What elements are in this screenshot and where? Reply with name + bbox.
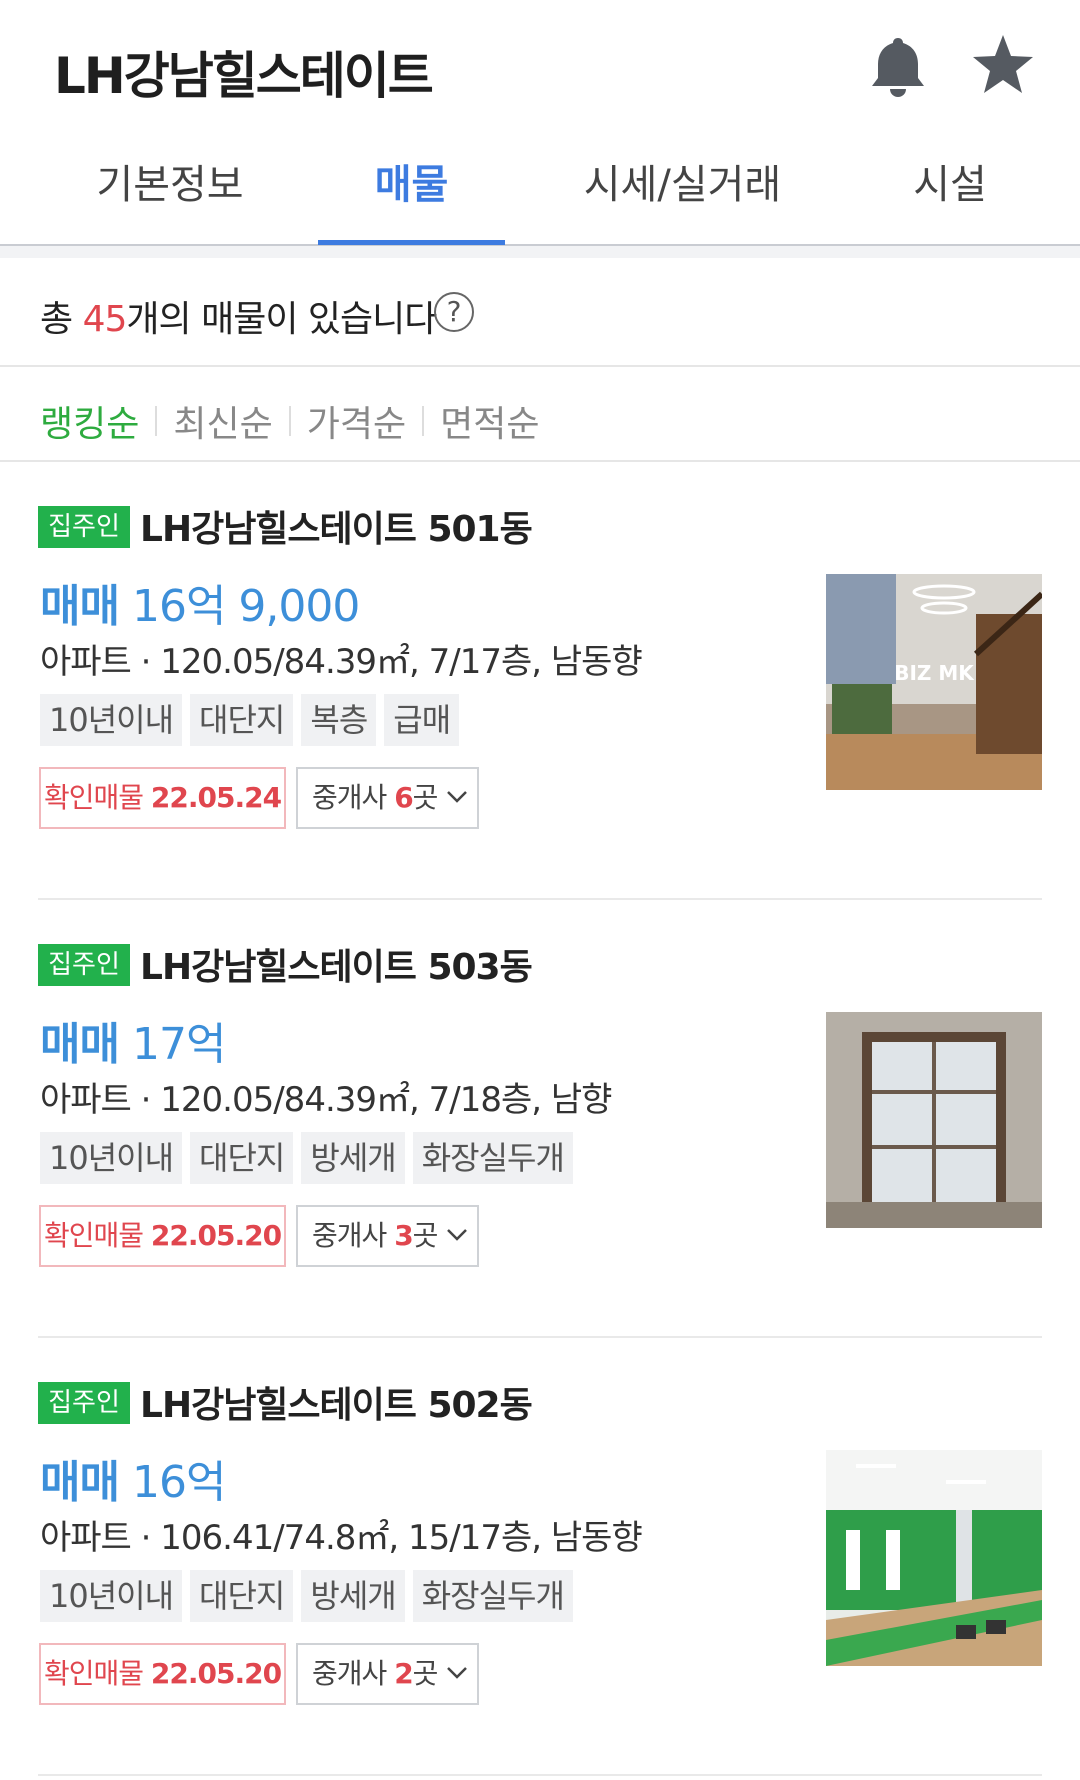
tab-basic-info[interactable]: 기본정보 (80, 152, 260, 244)
feature-tags: 10년이내 대단지 방세개 화장실두개 (40, 1132, 581, 1184)
deal-type: 매매 (40, 1019, 120, 1070)
chevron-down-icon (447, 1229, 467, 1241)
listing-price: 매매 17억 (40, 1008, 226, 1072)
feature-tag: 대단지 (190, 694, 294, 746)
tab-price-history[interactable]: 시세/실거래 (570, 152, 795, 244)
summary-suffix: 개의 매물이 있습니다 (126, 299, 437, 340)
feature-tags: 10년이내 대단지 방세개 화장실두개 (40, 1570, 581, 1622)
help-icon[interactable]: ? (434, 292, 474, 332)
agents-count: 6 (394, 781, 414, 814)
listing-title: LH강남힐스테이트 503동 (140, 947, 533, 988)
listing-title: LH강남힐스테이트 501동 (140, 509, 533, 550)
owner-badge: 집주인 (38, 944, 130, 986)
listing-photo[interactable] (826, 1450, 1042, 1666)
listing-photo[interactable] (826, 1012, 1042, 1228)
feature-tag: 대단지 (190, 1132, 294, 1184)
photo-watermark: BIZ MK (894, 661, 975, 685)
owner-badge: 집주인 (38, 1382, 130, 1424)
listing-detail: 아파트 · 120.05/84.39㎡, 7/17층, 남동향 (40, 642, 643, 682)
divider (0, 365, 1080, 367)
price-value: 16억 (131, 1457, 226, 1508)
owner-badge: 집주인 (38, 506, 130, 548)
sort-price[interactable]: 가격순 (307, 395, 406, 447)
feature-tag: 대단지 (190, 1570, 294, 1622)
feature-tag: 급매 (384, 694, 460, 746)
active-tab-indicator (318, 240, 505, 245)
agents-dropdown[interactable]: 중개사 6곳 (296, 767, 479, 829)
agents-count: 2 (394, 1657, 414, 1690)
verified-label: 확인매물 (43, 1657, 144, 1690)
verified-date: 22.05.20 (150, 1219, 282, 1252)
agents-label: 중개사 (312, 781, 387, 814)
listing-count: 45 (82, 299, 128, 340)
deal-type: 매매 (40, 1457, 120, 1508)
agents-unit: 곳 (412, 1657, 439, 1690)
sort-divider (155, 406, 158, 436)
deal-type: 매매 (40, 581, 120, 632)
tab-bar: 기본정보 매물 시세/실거래 시설 (0, 130, 1080, 246)
listing-price: 매매 16억 9,000 (40, 570, 360, 634)
agents-unit: 곳 (412, 781, 439, 814)
feature-tag: 화장실두개 (412, 1570, 573, 1622)
sort-ranking[interactable]: 랭킹순 (40, 395, 139, 447)
agents-dropdown[interactable]: 중개사 2곳 (296, 1643, 479, 1705)
listing-card[interactable]: 집주인 LH강남힐스테이트 502동 매매 16억 아파트 · 106.41/7… (0, 1338, 1080, 1776)
page-title: LH강남힐스테이트 (54, 47, 434, 105)
agents-unit: 곳 (412, 1219, 439, 1252)
listing-photo[interactable]: BIZ MK (826, 574, 1042, 790)
feature-tag: 화장실두개 (412, 1132, 573, 1184)
feature-tag: 방세개 (301, 1570, 405, 1622)
feature-tags: 10년이내 대단지 복층 급매 (40, 694, 467, 746)
agents-dropdown[interactable]: 중개사 3곳 (296, 1205, 479, 1267)
sort-divider (288, 406, 291, 436)
verified-listing-badge: 확인매물 22.05.20 (39, 1643, 286, 1705)
listing-price: 매매 16억 (40, 1446, 226, 1510)
feature-tag: 10년이내 (40, 1570, 183, 1622)
listing-card[interactable]: 집주인 LH강남힐스테이트 501동 매매 16억 9,000 아파트 · 12… (0, 462, 1080, 900)
price-value: 16억 9,000 (131, 581, 360, 632)
chevron-down-icon (447, 1667, 467, 1679)
feature-tag: 방세개 (301, 1132, 405, 1184)
verified-listing-badge: 확인매물 22.05.24 (39, 767, 286, 829)
feature-tag: 10년이내 (40, 1132, 183, 1184)
summary-prefix: 총 (40, 299, 83, 340)
verified-listing-badge: 확인매물 22.05.20 (39, 1205, 286, 1267)
verified-date: 22.05.20 (150, 1657, 282, 1690)
agents-label: 중개사 (312, 1657, 387, 1690)
listing-detail: 아파트 · 120.05/84.39㎡, 7/18층, 남향 (40, 1080, 612, 1120)
verified-date: 22.05.24 (150, 781, 282, 814)
sort-area[interactable]: 면적순 (440, 395, 539, 447)
chevron-down-icon (447, 791, 467, 803)
star-icon[interactable] (970, 32, 1036, 98)
tab-listings[interactable]: 매물 (318, 152, 505, 244)
listing-count-summary: 총 45개의 매물이 있습니다 (40, 290, 437, 342)
sort-options: 랭킹순 최신순 가격순 면적순 (40, 395, 540, 445)
listing-detail: 아파트 · 106.41/74.8㎡, 15/17층, 남동향 (40, 1518, 643, 1558)
tab-facilities[interactable]: 시설 (880, 152, 1020, 244)
listing-divider (38, 1774, 1042, 1776)
app-header: LH강남힐스테이트 (0, 0, 1080, 130)
feature-tag: 10년이내 (40, 694, 183, 746)
agents-label: 중개사 (312, 1219, 387, 1252)
section-gap (0, 246, 1080, 258)
listing-title: LH강남힐스테이트 502동 (140, 1385, 533, 1426)
listing-card[interactable]: 집주인 LH강남힐스테이트 503동 매매 17억 아파트 · 120.05/8… (0, 900, 1080, 1338)
feature-tag: 복층 (301, 694, 377, 746)
verified-label: 확인매물 (43, 781, 144, 814)
agents-count: 3 (394, 1219, 414, 1252)
price-value: 17억 (131, 1019, 226, 1070)
sort-newest[interactable]: 최신순 (173, 395, 272, 447)
bell-icon[interactable] (868, 34, 928, 98)
sort-divider (422, 406, 425, 436)
verified-label: 확인매물 (43, 1219, 144, 1252)
